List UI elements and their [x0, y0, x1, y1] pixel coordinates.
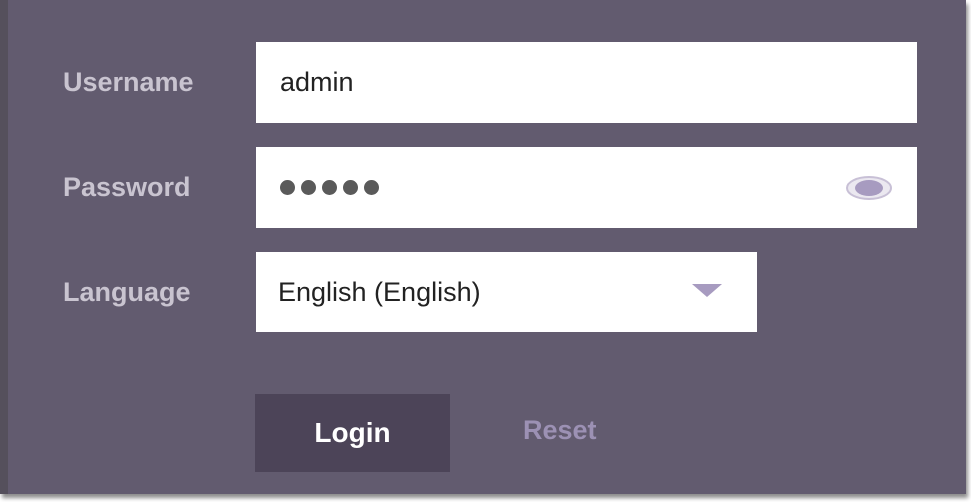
password-dot: [301, 180, 316, 195]
reset-link[interactable]: Reset: [523, 414, 597, 446]
password-dot: [364, 180, 379, 195]
password-label: Password: [63, 172, 191, 202]
password-field-container[interactable]: [256, 147, 917, 228]
password-dot: [280, 180, 295, 195]
username-label: Username: [63, 67, 194, 97]
login-panel: Username Password Language English (Engl…: [0, 0, 966, 494]
password-input[interactable]: [280, 147, 379, 228]
username-input[interactable]: [256, 42, 917, 123]
language-label: Language: [63, 277, 191, 307]
caret-down-icon: [692, 284, 722, 297]
password-dot: [343, 180, 358, 195]
language-select[interactable]: English (English): [256, 252, 757, 332]
panel-edge: [0, 0, 8, 494]
language-selected-value: English (English): [278, 277, 481, 307]
login-button[interactable]: Login: [255, 394, 450, 472]
password-dot: [322, 180, 337, 195]
username-field-container: [256, 42, 917, 123]
eye-icon[interactable]: [845, 175, 893, 201]
